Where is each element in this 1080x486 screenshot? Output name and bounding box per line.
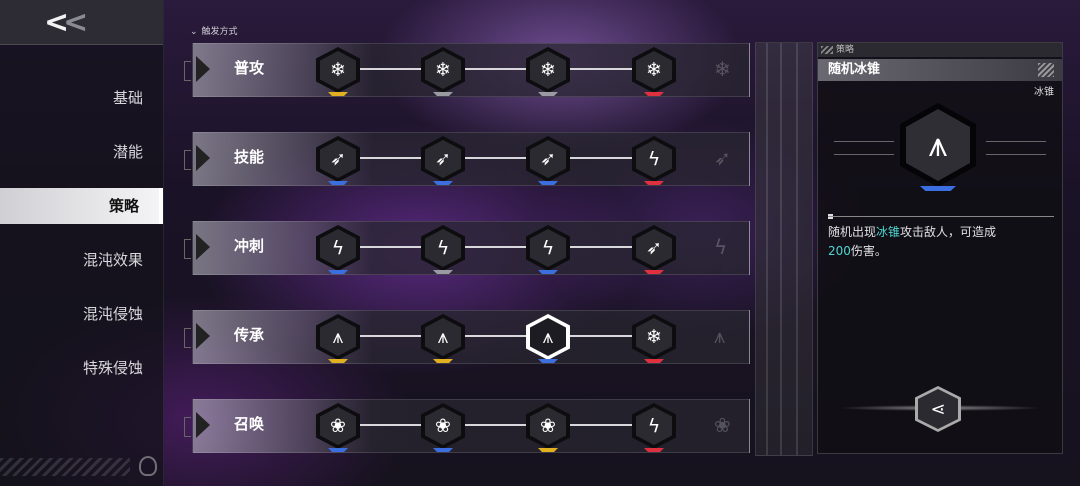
strategy-node[interactable]: ❄: [421, 47, 465, 96]
circuit-decoration-left: [834, 141, 894, 155]
decorative-hatch: [0, 458, 130, 476]
nav-item-potential[interactable]: 潜能: [0, 134, 163, 170]
row-label: 技能: [234, 148, 265, 166]
detail-category-tag: 策略: [818, 43, 1062, 57]
back-icon: <<: [44, 5, 88, 40]
locked-node-icon: ❀: [714, 413, 731, 437]
nav-item-special-erosion[interactable]: 特殊侵蚀: [0, 350, 163, 386]
detail-element-label: 冰锥: [1034, 87, 1054, 98]
strategy-row: 普攻 ❄ ❄ ❄ ❄ ❄: [184, 43, 750, 97]
nav-item-strategy[interactable]: 策略: [0, 188, 163, 224]
row-label: 普攻: [234, 59, 265, 77]
row-link-line: [354, 68, 674, 70]
strategy-node[interactable]: ❄: [316, 47, 360, 96]
circuit-decoration-right: [986, 141, 1046, 155]
detail-divider: [828, 216, 1054, 217]
strategy-node[interactable]: ϟ: [632, 136, 676, 185]
nav-item-chaos-effect[interactable]: 混沌效果: [0, 242, 163, 278]
locked-node-icon: ➶: [714, 146, 731, 170]
row-connector: [184, 328, 191, 348]
strategy-node[interactable]: ❄: [632, 314, 676, 363]
detail-description: 随机出现冰锥攻击敌人，可造成 200伤害。: [828, 225, 997, 258]
locked-node-icon: ϟ: [714, 235, 728, 259]
strategy-node[interactable]: ϟ: [632, 403, 676, 452]
row-connector: [184, 417, 191, 437]
strategy-node[interactable]: ➶: [421, 136, 465, 185]
strategy-node[interactable]: ➶: [316, 136, 360, 185]
badge-icon: [1038, 63, 1054, 77]
strategy-row: 技能 ➶ ➶ ➶ ϟ ➶: [184, 132, 750, 186]
row-link-line: [354, 246, 674, 248]
search-icon[interactable]: [139, 456, 157, 476]
back-button[interactable]: <<: [0, 0, 163, 45]
strategy-row: 召唤 ❀ ❀ ❀ ϟ ❀: [184, 399, 750, 453]
row-label: 冲刺: [234, 237, 265, 255]
row-link-line: [354, 424, 674, 426]
share-button[interactable]: ⋖: [915, 386, 961, 432]
strategy-node[interactable]: ➶: [632, 225, 676, 274]
strategy-node[interactable]: ϟ: [421, 225, 465, 274]
strategy-node[interactable]: ❄: [632, 47, 676, 96]
row-label: 召唤: [234, 415, 265, 433]
detail-skill-icon: ⩚: [900, 103, 976, 191]
decorative-divider-panel: [755, 42, 813, 456]
strategy-node[interactable]: ⩚: [526, 314, 570, 363]
strategy-node[interactable]: ❀: [316, 403, 360, 452]
row-connector: [184, 61, 191, 81]
locked-node-icon: ⩚: [714, 324, 726, 348]
row-link-line: [354, 157, 674, 159]
strategy-node[interactable]: ⩚: [316, 314, 360, 363]
nav-item-basic[interactable]: 基础: [0, 80, 163, 116]
strategy-node[interactable]: ❄: [526, 47, 570, 96]
sidebar: << 基础 潜能 策略 混沌效果 混沌侵蚀 特殊侵蚀: [0, 0, 164, 486]
detail-panel: 策略 随机冰锥 冰锥 ⩚ 随机出现冰锥攻击敌人，可造成 200伤害。 ⋖: [817, 42, 1063, 454]
row-link-line: [354, 335, 674, 337]
strategy-node[interactable]: ❀: [526, 403, 570, 452]
strategy-node[interactable]: ⩚: [421, 314, 465, 363]
strategy-node[interactable]: ϟ: [526, 225, 570, 274]
strategy-row: 传承 ⩚ ⩚ ⩚ ❄ ⩚: [184, 310, 750, 364]
strategy-row: 冲刺 ϟ ϟ ϟ ➶ ϟ: [184, 221, 750, 275]
strategy-node[interactable]: ❀: [421, 403, 465, 452]
section-header: ⌄ 触发方式: [190, 27, 238, 37]
detail-title: 随机冰锥: [818, 59, 1062, 81]
strategy-node[interactable]: ➶: [526, 136, 570, 185]
row-connector: [184, 239, 191, 259]
nav-item-chaos-erosion[interactable]: 混沌侵蚀: [0, 296, 163, 332]
row-connector: [184, 150, 191, 170]
locked-node-icon: ❄: [714, 57, 731, 81]
strategy-node[interactable]: ϟ: [316, 225, 360, 274]
row-label: 传承: [234, 326, 265, 344]
chevron-down-icon: ⌄: [190, 27, 198, 37]
